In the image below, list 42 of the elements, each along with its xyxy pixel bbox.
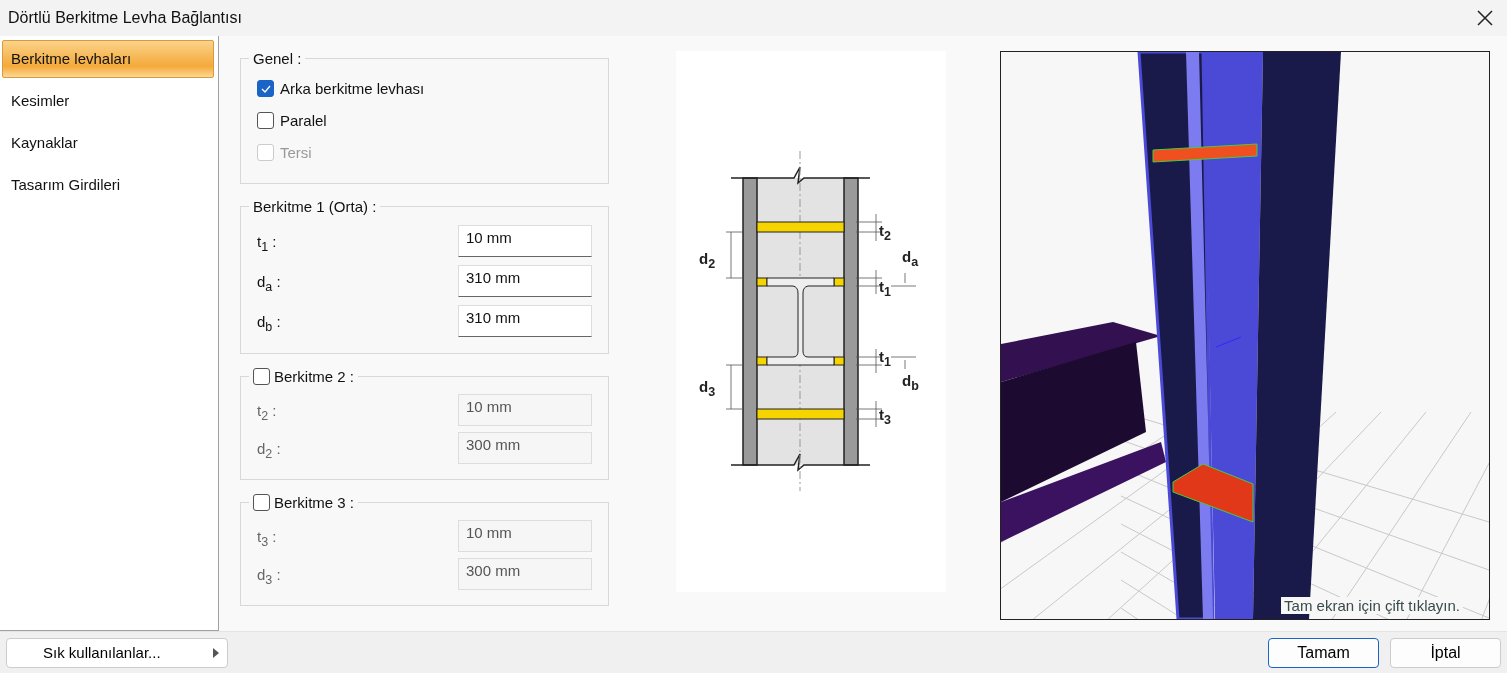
sidebar-item[interactable]: Berkitme levhaları (2, 39, 214, 78)
checkbox-label: Tersi (280, 144, 312, 162)
dimension-label: d$_{b}$ (902, 372, 919, 393)
dialog-button[interactable]: İptal (1390, 637, 1501, 668)
viewport-hint: Tam ekran için çift tıklayın. (1281, 596, 1463, 614)
group-title: Berkitme 2 : (274, 367, 355, 385)
sidebar-item[interactable]: Tasarım Girdileri (2, 165, 214, 204)
checkbox[interactable] (257, 80, 274, 98)
caret-icon (213, 647, 219, 658)
sidebar-item[interactable]: Kesimler (2, 81, 214, 120)
checkbox[interactable] (253, 493, 270, 511)
input-field[interactable]: 310 mm (458, 264, 592, 297)
dimension-label: d$_{a}$ (902, 248, 919, 269)
field-label: d$_{3}$ : (257, 565, 281, 588)
field-label: d$_{a}$ : (257, 272, 281, 295)
field-label: d$_{2}$ : (257, 439, 281, 462)
field-label: t$_{3}$ : (257, 527, 277, 550)
dimension-label: t$_{3}$ (879, 406, 891, 427)
field-label: d$_{b}$ : (257, 312, 281, 335)
checkbox-label: Arka berkitme levhası (280, 80, 425, 98)
checkbox[interactable] (257, 112, 274, 130)
field-label: t$_{2}$ : (257, 401, 277, 424)
checkbox[interactable] (253, 367, 270, 385)
group-title: Berkitme 3 : (274, 493, 355, 511)
checkbox-label: Paralel (280, 112, 327, 130)
dimension-label: t$_{1}$ (879, 348, 891, 369)
close-icon[interactable] (1477, 9, 1493, 26)
check-icon (260, 84, 271, 93)
favorites-button[interactable]: Sık kullanılanlar... (6, 637, 228, 668)
group-title: Berkitme 1 (Orta) : (253, 197, 377, 215)
input-field[interactable]: 310 mm (458, 304, 592, 337)
group-title: Genel : (252, 49, 303, 67)
sidebar-item[interactable]: Kaynaklar (2, 123, 214, 162)
dimension-label: t$_{1}$ (879, 278, 891, 299)
model-viewport[interactable]: Tam ekran için çift tıklayın. (1000, 50, 1490, 620)
window-title: Dörtlü Berkitme Levha Bağlantısı (8, 8, 242, 27)
input-field[interactable]: 10 mm (458, 224, 592, 257)
dimension-label: d$_{3}$ (699, 378, 716, 399)
dialog-button[interactable]: Tamam (1268, 637, 1379, 668)
dimension-label: t$_{2}$ (879, 222, 891, 243)
field-label: t$_{1}$ : (257, 232, 277, 255)
dimension-label: d$_{2}$ (699, 250, 716, 271)
